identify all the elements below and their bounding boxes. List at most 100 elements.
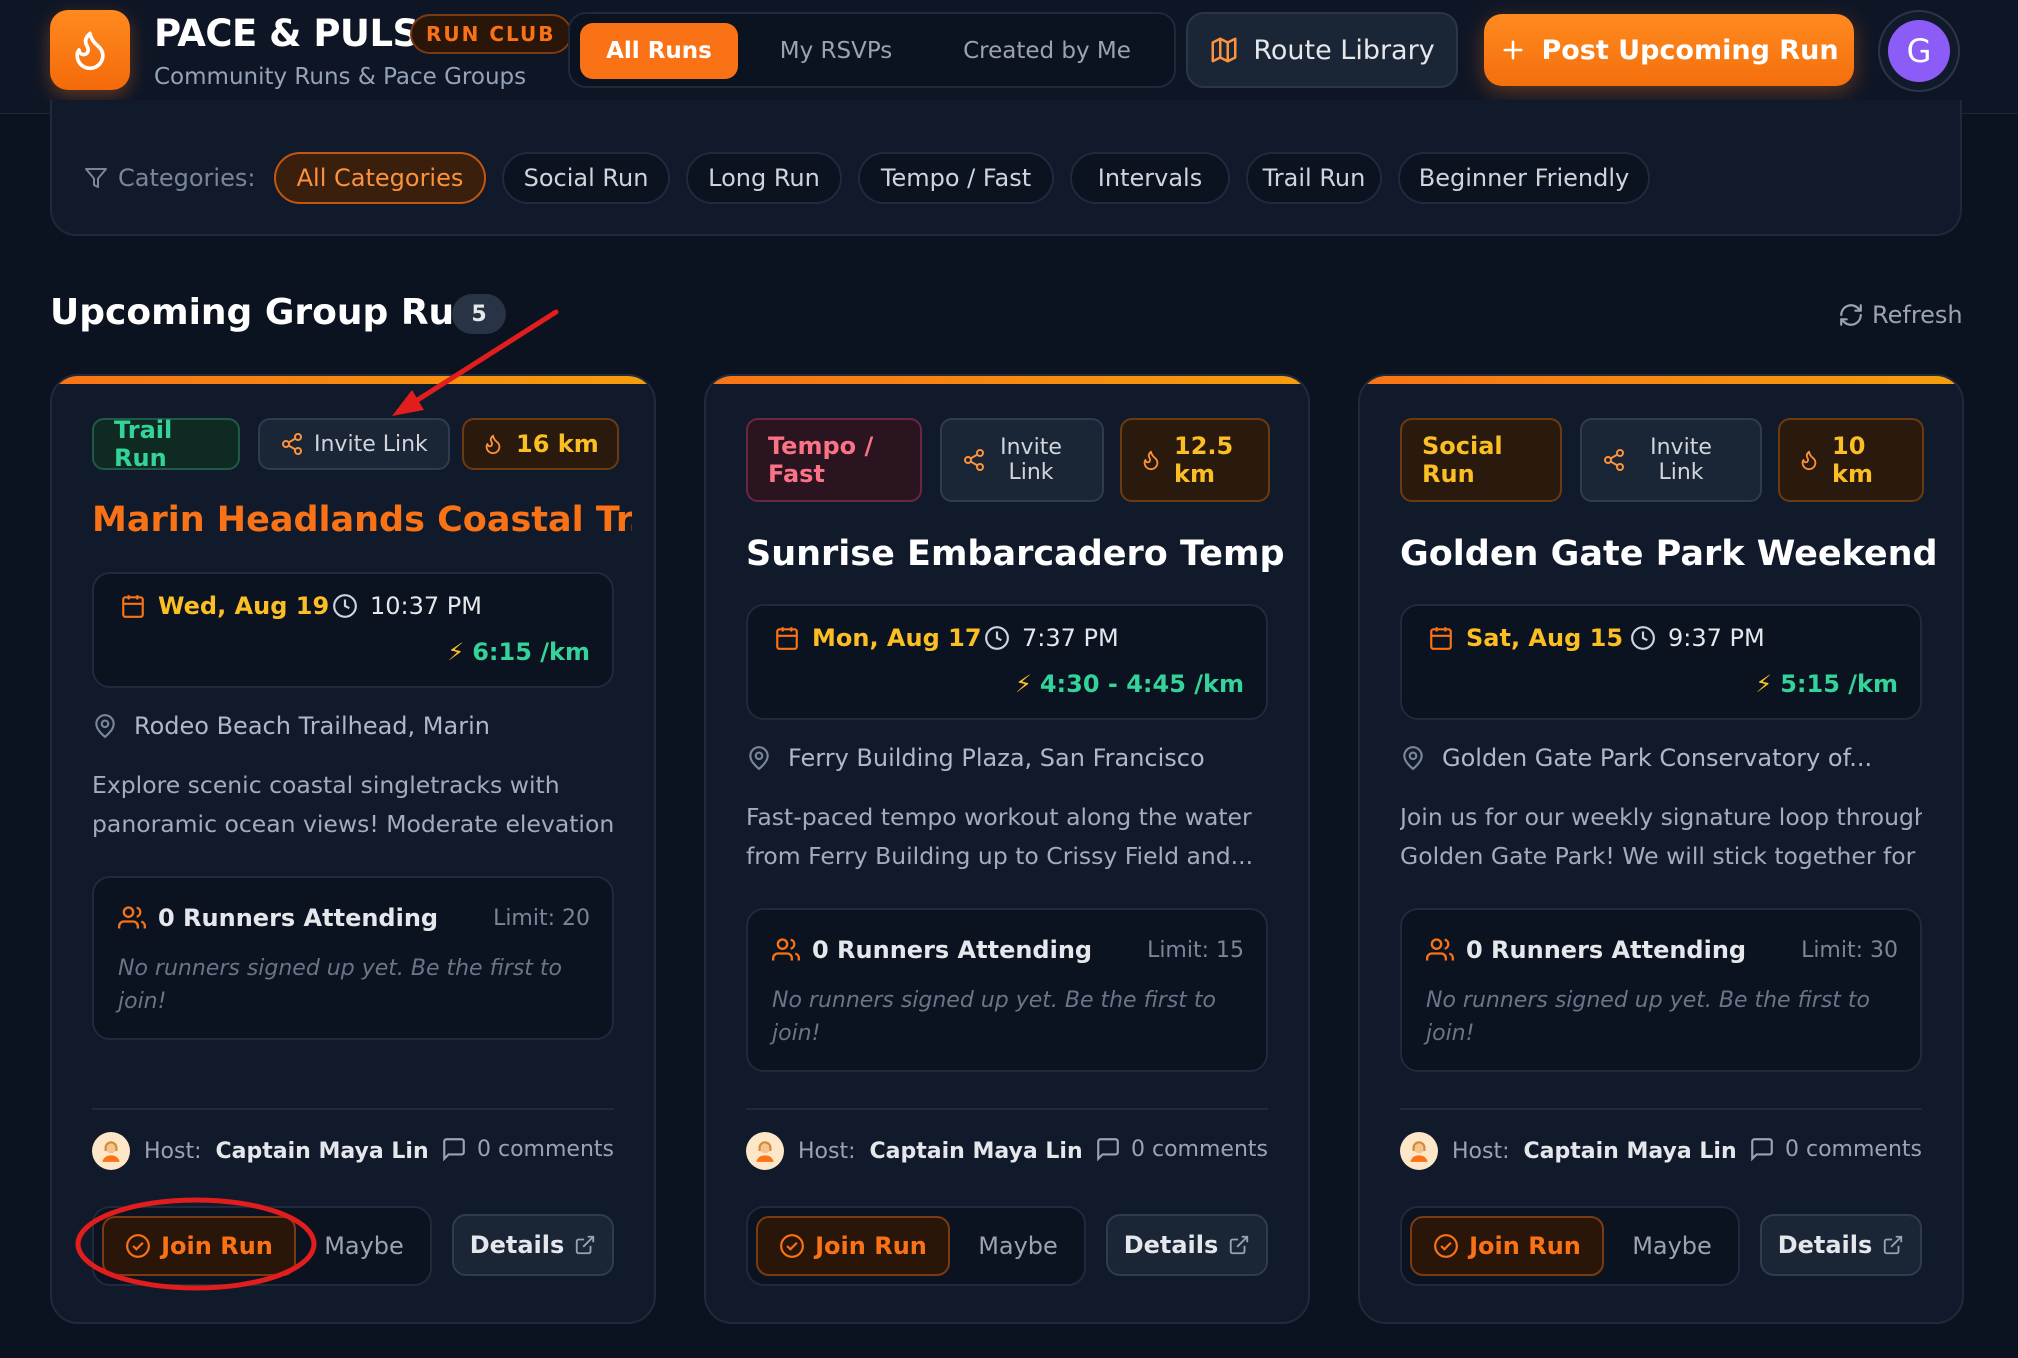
tab-created-by-me[interactable]: Created by Me — [934, 23, 1160, 79]
plus-icon — [1504, 40, 1523, 60]
run-location: Rodeo Beach Trailhead, Marin — [92, 712, 490, 740]
distance-tag: 10 km — [1778, 418, 1924, 502]
comments-count: 0 comments — [1131, 1136, 1268, 1162]
run-card: Tempo / Fast Invite Link 12.5 km Sunrise… — [704, 374, 1310, 1324]
brand-badge: RUN CLUB — [410, 14, 572, 54]
run-title[interactable]: Marin Headlands Coastal Tr... — [92, 500, 632, 540]
tab-my-rsvps[interactable]: My RSVPs — [750, 23, 922, 79]
share-icon — [964, 449, 984, 471]
category-chip-beginner-friendly[interactable]: Beginner Friendly — [1398, 152, 1650, 204]
run-description-line: from Ferry Building up to Crissy Field a… — [746, 842, 1254, 870]
check-circle-icon — [1434, 1234, 1459, 1258]
attendees-box: 0 Runners Attending Limit: 20 No runners… — [92, 876, 614, 1040]
refresh-button[interactable]: Refresh — [1838, 298, 1963, 332]
run-description-line: Golden Gate Park! We will stick together… — [1400, 842, 1922, 870]
details-button[interactable]: Details — [452, 1214, 614, 1276]
view-tabs: All Runs My RSVPs Created by Me — [568, 12, 1176, 88]
calendar-icon — [122, 595, 144, 618]
flame-icon — [485, 434, 501, 455]
host-avatar — [746, 1132, 784, 1170]
check-circle-icon — [126, 1234, 151, 1258]
card-divider — [746, 1108, 1268, 1110]
run-location: Ferry Building Plaza, San Francisco — [746, 744, 1205, 772]
attendees-count-text: 0 Runners Attending — [158, 904, 439, 932]
category-chip-trail-run[interactable]: Trail Run — [1246, 152, 1382, 204]
maybe-button[interactable]: Maybe — [304, 1216, 424, 1276]
run-description-line: Explore scenic coastal singletracks with — [92, 771, 560, 799]
host-name[interactable]: Captain Maya Lin — [216, 1139, 429, 1164]
join-run-button[interactable]: Join Run — [756, 1216, 950, 1276]
flame-icon — [1801, 450, 1817, 471]
external-link-icon — [1230, 1235, 1249, 1255]
lightning-icon: ⚡ — [1755, 670, 1773, 698]
distance-value: 10 km — [1832, 432, 1873, 488]
flame-icon — [1143, 450, 1159, 471]
rsvp-group: Join Run Maybe — [746, 1206, 1086, 1286]
details-label: Details — [1123, 1231, 1219, 1259]
run-date-text: Wed, Aug 19 — [158, 592, 330, 620]
avatar: G — [1888, 20, 1950, 82]
invite-link-label: Invite Link — [1000, 435, 1062, 485]
clock-icon — [1631, 626, 1655, 650]
host-label: Host: — [1452, 1138, 1510, 1164]
brand-subtitle: Community Runs & Pace Groups — [154, 64, 527, 90]
category-chip-all[interactable]: All Categories — [274, 152, 486, 204]
category-tag: Social Run — [1400, 418, 1562, 502]
details-button[interactable]: Details — [1760, 1214, 1922, 1276]
details-button[interactable]: Details — [1106, 1214, 1268, 1276]
comments-link[interactable]: 0 comments — [441, 1136, 614, 1162]
run-date-text: Sat, Aug 15 — [1466, 624, 1624, 652]
host-name[interactable]: Captain Maya Lin — [1524, 1139, 1737, 1164]
run-card: Trail Run Invite Link 16 km Marin Headla… — [50, 374, 656, 1324]
run-pace-text: 6:15 /km — [472, 638, 590, 666]
category-chip-intervals[interactable]: Intervals — [1070, 152, 1230, 204]
section-title: Upcoming Group Runs — [50, 292, 502, 333]
card-accent-bar — [52, 376, 654, 384]
comments-link[interactable]: 0 comments — [1749, 1136, 1922, 1162]
run-title[interactable]: Golden Gate Park Weekend... — [1400, 534, 1940, 574]
refresh-label: Refresh — [1872, 301, 1963, 329]
user-avatar-button[interactable]: G — [1878, 10, 1960, 92]
invite-link-button[interactable]: Invite Link — [258, 418, 450, 470]
attendees-count: 0 Runners Attending — [118, 904, 438, 932]
invite-link-button[interactable]: Invite Link — [940, 418, 1104, 502]
run-date: Mon, Aug 17 — [774, 624, 982, 652]
comments-link[interactable]: 0 comments — [1095, 1136, 1268, 1162]
card-accent-bar — [706, 376, 1308, 384]
join-run-button[interactable]: Join Run — [102, 1216, 296, 1276]
comment-icon — [1097, 1138, 1119, 1162]
post-upcoming-run-button[interactable]: Post Upcoming Run — [1484, 14, 1854, 86]
route-library-button[interactable]: Route Library — [1186, 12, 1458, 88]
top-bar: PACE & PULSE RUN CLUB Community Runs & P… — [0, 0, 2018, 114]
run-title[interactable]: Sunrise Embarcadero Temp... — [746, 534, 1286, 574]
app-logo[interactable] — [50, 10, 130, 90]
card-divider — [1400, 1108, 1922, 1110]
category-chip-long-run[interactable]: Long Run — [686, 152, 842, 204]
run-card: Social Run Invite Link 10 km Golden Gate… — [1358, 374, 1964, 1324]
refresh-icon — [1840, 304, 1862, 326]
calendar-icon — [776, 627, 798, 650]
maybe-button[interactable]: Maybe — [1612, 1216, 1732, 1276]
attendees-count: 0 Runners Attending — [772, 936, 1092, 964]
details-label: Details — [1777, 1231, 1873, 1259]
host-info: Host: Captain Maya Lin — [746, 1132, 1083, 1170]
users-icon — [772, 938, 800, 961]
run-time: 9:37 PM — [1630, 624, 1765, 652]
share-icon — [1604, 449, 1624, 471]
join-run-button[interactable]: Join Run — [1410, 1216, 1604, 1276]
run-description-line: Join us for our weekly signature loop th… — [1400, 803, 1922, 831]
host-label: Host: — [144, 1138, 202, 1164]
host-name[interactable]: Captain Maya Lin — [870, 1139, 1083, 1164]
tab-all-runs[interactable]: All Runs — [580, 23, 738, 79]
run-location-text: Ferry Building Plaza, San Francisco — [788, 744, 1205, 772]
clock-icon — [333, 594, 357, 618]
run-location-text: Rodeo Beach Trailhead, Marin — [134, 712, 490, 740]
run-time: 7:37 PM — [984, 624, 1119, 652]
category-chip-social-run[interactable]: Social Run — [502, 152, 670, 204]
comments-count: 0 comments — [477, 1136, 614, 1162]
attendee-limit: Limit: 30 — [1801, 938, 1898, 963]
category-chip-tempo-fast[interactable]: Tempo / Fast — [858, 152, 1054, 204]
maybe-button[interactable]: Maybe — [958, 1216, 1078, 1276]
attendees-empty-message: No runners signed up yet. Be the first t… — [118, 956, 563, 1014]
invite-link-button[interactable]: Invite Link — [1580, 418, 1762, 502]
